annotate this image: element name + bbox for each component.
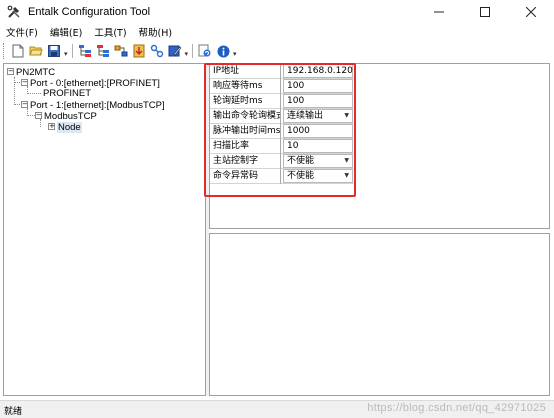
tools-icon bbox=[6, 4, 22, 20]
menu-help[interactable]: 帮助(H) bbox=[133, 25, 179, 39]
property-grid: IP地址 192.168.0.120 响应等待ms 100 轮询延时ms 100… bbox=[209, 63, 550, 229]
toolbar-overflow-1[interactable]: ▾ bbox=[64, 50, 68, 58]
pulse-time-field[interactable]: 1000 bbox=[283, 124, 353, 138]
maximize-button[interactable] bbox=[462, 0, 508, 24]
watermark: https://blog.csdn.net/qq_42971025 bbox=[367, 402, 546, 414]
toolbar-overflow-3[interactable]: ▾ bbox=[233, 50, 237, 58]
tree-node-pn2mtc[interactable]: PN2MTC bbox=[16, 67, 55, 78]
detail-pane bbox=[209, 233, 550, 396]
property-name: 轮询延时ms bbox=[210, 94, 281, 109]
tree-config-icon[interactable] bbox=[78, 44, 92, 58]
property-name: 输出命令轮询模式 bbox=[210, 109, 281, 124]
property-name: 命令异常码 bbox=[210, 169, 281, 184]
property-row-error-code: 命令异常码 不使能 ▼ bbox=[210, 169, 355, 184]
tree-node-modbustcp[interactable]: ModbusTCP bbox=[44, 111, 97, 122]
tree-collapse-toggle[interactable]: − bbox=[21, 79, 28, 86]
chevron-down-icon[interactable]: ▼ bbox=[344, 110, 349, 122]
master-control-select[interactable]: 不使能 ▼ bbox=[283, 154, 353, 168]
device-tree[interactable]: − PN2MTC − Port - 0:[ethernet]:[PROFINET… bbox=[3, 63, 206, 396]
new-file-icon[interactable] bbox=[11, 44, 25, 58]
property-name: 脉冲输出时间ms bbox=[210, 124, 281, 139]
open-folder-icon[interactable] bbox=[29, 44, 43, 58]
tree-connector bbox=[40, 119, 41, 127]
ip-address-field[interactable]: 192.168.0.120 bbox=[283, 64, 353, 78]
network-icon[interactable] bbox=[114, 44, 128, 58]
tree-node-profinet[interactable]: PROFINET bbox=[43, 88, 91, 99]
tree-connector bbox=[27, 115, 35, 116]
tree-node-port1[interactable]: Port - 1:[ethernet]:[ModbusTCP] bbox=[30, 100, 165, 111]
property-name: IP地址 bbox=[210, 64, 281, 79]
property-name: 扫描比率 bbox=[210, 139, 281, 154]
tree-collapse-toggle[interactable]: − bbox=[21, 101, 28, 108]
property-row-master-control: 主站控制字 不使能 ▼ bbox=[210, 154, 355, 169]
toolbar-separator-2 bbox=[192, 44, 194, 58]
tree-collapse-toggle[interactable]: − bbox=[35, 112, 42, 119]
tree-expand-toggle[interactable]: + bbox=[48, 123, 55, 130]
status-text: 就绪 bbox=[4, 407, 23, 417]
minimize-button[interactable] bbox=[416, 0, 462, 24]
error-code-value: 不使能 bbox=[287, 171, 315, 181]
property-table: IP地址 192.168.0.120 响应等待ms 100 轮询延时ms 100… bbox=[210, 64, 355, 184]
property-row-ip: IP地址 192.168.0.120 bbox=[210, 64, 355, 79]
title-bar: Entalk Configuration Tool bbox=[0, 0, 554, 24]
device-list-icon[interactable] bbox=[96, 44, 110, 58]
toolbar-separator bbox=[71, 44, 73, 58]
menu-tools[interactable]: 工具(T) bbox=[88, 25, 132, 39]
window-title: Entalk Configuration Tool bbox=[28, 6, 151, 18]
property-name: 响应等待ms bbox=[210, 79, 281, 94]
property-name: 主站控制字 bbox=[210, 154, 281, 169]
toolbar-grip[interactable] bbox=[3, 43, 6, 59]
master-control-value: 不使能 bbox=[287, 156, 315, 166]
property-row-poll-delay: 轮询延时ms 100 bbox=[210, 94, 355, 109]
link-icon[interactable] bbox=[150, 44, 164, 58]
property-row-scan-ratio: 扫描比率 10 bbox=[210, 139, 355, 154]
output-mode-value: 连续输出 bbox=[287, 111, 324, 121]
menu-bar: 文件(F) 编辑(E) 工具(T) 帮助(H) bbox=[0, 24, 554, 40]
output-mode-select[interactable]: 连续输出 ▼ bbox=[283, 109, 353, 123]
property-row-output-mode: 输出命令轮询模式 连续输出 ▼ bbox=[210, 109, 355, 124]
tree-connector bbox=[27, 93, 41, 94]
error-code-select[interactable]: 不使能 ▼ bbox=[283, 169, 353, 183]
response-wait-field[interactable]: 100 bbox=[283, 79, 353, 93]
toolbar-overflow-2[interactable]: ▾ bbox=[185, 50, 189, 58]
scan-ratio-field[interactable]: 10 bbox=[283, 139, 353, 153]
property-row-pulse-time: 脉冲输出时间ms 1000 bbox=[210, 124, 355, 139]
refresh-icon[interactable] bbox=[198, 44, 212, 58]
info-icon[interactable] bbox=[216, 44, 230, 58]
chevron-down-icon[interactable]: ▼ bbox=[344, 170, 349, 182]
import-icon[interactable] bbox=[132, 44, 146, 58]
menu-file[interactable]: 文件(F) bbox=[0, 25, 44, 39]
edit-icon[interactable] bbox=[168, 44, 182, 58]
property-row-response-wait: 响应等待ms 100 bbox=[210, 79, 355, 94]
status-bar: 就绪 https://blog.csdn.net/qq_42971025 bbox=[0, 400, 554, 418]
tree-collapse-toggle[interactable]: − bbox=[7, 68, 14, 75]
toolbar: ▾ ▾ ▾ bbox=[0, 41, 554, 61]
menu-edit[interactable]: 编辑(E) bbox=[44, 25, 88, 39]
tree-node-node[interactable]: Node bbox=[57, 122, 82, 133]
chevron-down-icon[interactable]: ▼ bbox=[344, 155, 349, 167]
save-icon[interactable] bbox=[47, 44, 61, 58]
close-button[interactable] bbox=[508, 0, 554, 24]
poll-delay-field[interactable]: 100 bbox=[283, 94, 353, 108]
